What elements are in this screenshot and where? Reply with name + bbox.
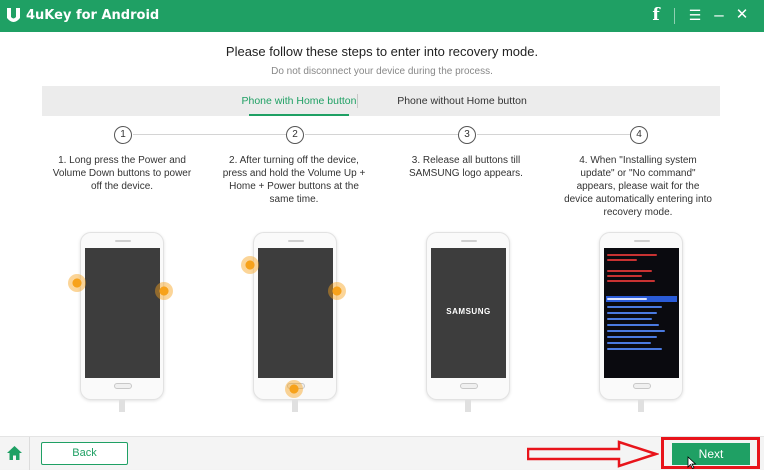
main-content: Please follow these steps to enter into …	[0, 32, 764, 436]
volume-up-press-indicator	[241, 256, 259, 274]
phone-cable	[638, 400, 644, 412]
step-number-4: 4	[630, 126, 648, 144]
tab-phone-without-home-button[interactable]: Phone without Home button	[387, 86, 537, 116]
volume-down-press-indicator	[68, 274, 86, 292]
phone-cable	[465, 400, 471, 412]
footer-bar: Back Next	[0, 436, 764, 470]
step-3-phone-illustration: SAMSUNG	[426, 232, 510, 400]
step-number-1: 1	[114, 126, 132, 144]
step-1-phone-illustration	[80, 232, 164, 400]
back-button[interactable]: Back	[41, 442, 128, 465]
phone-screen-off	[258, 248, 333, 378]
step-2-text: 2. After turning off the device, press a…	[222, 155, 366, 205]
phone-speaker	[461, 240, 477, 242]
step-4-text: 4. When "Installing system update" or "N…	[564, 155, 712, 218]
phone-home-button	[114, 383, 132, 389]
title-bar: 4uKey for Android f ☰ – ✕	[0, 0, 764, 32]
recovery-menu-screen	[604, 248, 679, 378]
step-3-text: 3. Release all buttons till SAMSUNG logo…	[409, 155, 523, 179]
page-heading: Please follow these steps to enter into …	[225, 44, 539, 59]
active-tab-indicator	[249, 114, 349, 116]
page-subheading: Do not disconnect your device during the…	[271, 66, 493, 77]
phone-speaker	[634, 240, 650, 242]
tab-phone-with-home-button[interactable]: Phone with Home button	[224, 86, 374, 116]
step-connector	[133, 134, 286, 135]
next-button[interactable]: Next	[672, 443, 750, 465]
red-arrow-annotation	[527, 440, 659, 468]
power-press-indicator	[155, 282, 173, 300]
phone-speaker	[288, 240, 304, 242]
power-press-indicator	[328, 282, 346, 300]
step-2-phone-illustration	[253, 232, 337, 400]
phone-speaker	[115, 240, 131, 242]
facebook-icon[interactable]: f	[645, 4, 667, 26]
tab-label: Phone with Home button	[241, 95, 357, 107]
step-number-3: 3	[458, 126, 476, 144]
phone-screen-recovery	[604, 248, 679, 378]
step-number-2: 2	[286, 126, 304, 144]
home-button-press-indicator	[285, 380, 303, 398]
app-title: 4uKey for Android	[26, 8, 160, 23]
step-1-text: 1. Long press the Power and Volume Down …	[52, 155, 192, 192]
phone-cable	[119, 400, 125, 412]
phone-screen-samsung: SAMSUNG	[431, 248, 506, 378]
tab-label: Phone without Home button	[397, 95, 527, 107]
close-icon[interactable]: ✕	[731, 4, 753, 26]
phone-type-tabs: Phone with Home button Phone without Hom…	[42, 86, 720, 116]
step-connector	[305, 134, 458, 135]
step-4-phone-illustration	[599, 232, 683, 400]
next-button-highlight: Next	[661, 437, 760, 469]
phone-cable	[292, 400, 298, 412]
home-button[interactable]	[0, 437, 30, 470]
phone-screen-off	[85, 248, 160, 378]
menu-icon[interactable]: ☰	[684, 4, 706, 26]
home-icon	[7, 446, 22, 460]
logo-icon	[7, 8, 20, 22]
titlebar-separator	[674, 8, 675, 24]
phone-home-button	[633, 383, 651, 389]
minimize-icon[interactable]: –	[708, 4, 730, 26]
phone-home-button	[460, 383, 478, 389]
mouse-cursor-icon	[687, 456, 697, 469]
tab-divider	[357, 94, 358, 108]
samsung-logo-text: SAMSUNG	[446, 307, 491, 316]
app-window: 4uKey for Android f ☰ – ✕ Please follow …	[0, 0, 764, 470]
step-connector	[477, 134, 630, 135]
